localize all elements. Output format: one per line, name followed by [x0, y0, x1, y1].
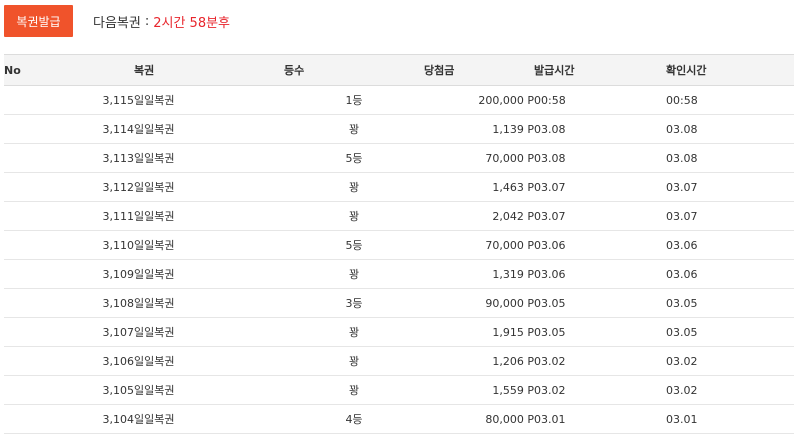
table-row: 3,105 일일복권 꽝 1,559 P 03.02 03.02	[4, 375, 794, 405]
cell-issued: 03.08	[534, 143, 666, 173]
cell-prize: 1,319 P	[424, 259, 534, 289]
cell-checked: 03.02	[666, 346, 794, 376]
cell-name: 일일복권	[134, 259, 284, 289]
cell-name: 일일복권	[134, 404, 284, 434]
cell-name: 일일복권	[134, 172, 284, 202]
cell-grade: 꽝	[284, 375, 424, 405]
cell-prize: 70,000 P	[424, 230, 534, 260]
cell-no: 3,108	[4, 288, 134, 318]
next-lottery-label: 다음복권	[93, 15, 141, 31]
cell-prize: 200,000 P	[424, 85, 534, 115]
cell-grade: 1등	[284, 85, 424, 115]
cell-checked: 03.08	[666, 143, 794, 173]
cell-issued: 03.07	[534, 201, 666, 231]
table-row: 3,111 일일복권 꽝 2,042 P 03.07 03.07	[4, 201, 794, 231]
cell-checked: 03.06	[666, 259, 794, 289]
cell-issued: 00:58	[534, 85, 666, 115]
table-row: 3,104 일일복권 4등 80,000 P 03.01 03.01	[4, 404, 794, 434]
cell-issued: 03.07	[534, 172, 666, 202]
cell-issued: 03.06	[534, 230, 666, 260]
cell-prize: 80,000 P	[424, 404, 534, 434]
cell-name: 일일복권	[134, 114, 284, 144]
next-lottery-separator: :	[144, 13, 150, 29]
cell-prize: 1,463 P	[424, 172, 534, 202]
table-header-row: No 복권 등수 당첨금 발급시간 확인시간	[4, 54, 794, 86]
table-row: 3,109 일일복권 꽝 1,319 P 03.06 03.06	[4, 259, 794, 289]
cell-checked: 03.08	[666, 114, 794, 144]
cell-no: 3,112	[4, 172, 134, 202]
cell-checked: 03.02	[666, 375, 794, 405]
cell-name: 일일복권	[134, 85, 284, 115]
lottery-history-table: No 복권 등수 당첨금 발급시간 확인시간 3,115 일일복권 1등 200,00…	[4, 54, 794, 434]
column-header-checked: 확인시간	[666, 54, 794, 86]
table-row: 3,110 일일복권 5등 70,000 P 03.06 03.06	[4, 230, 794, 260]
cell-grade: 꽝	[284, 172, 424, 202]
cell-issued: 03.02	[534, 375, 666, 405]
cell-grade: 꽝	[284, 201, 424, 231]
cell-grade: 5등	[284, 230, 424, 260]
issue-lottery-button[interactable]: 복권발급	[4, 5, 73, 37]
cell-name: 일일복권	[134, 230, 284, 260]
table-row: 3,113 일일복권 5등 70,000 P 03.08 03.08	[4, 143, 794, 173]
lottery-toolbar: 복권발급 다음복권 : 2시간 58분후	[4, 5, 230, 37]
cell-no: 3,105	[4, 375, 134, 405]
cell-grade: 3등	[284, 288, 424, 318]
column-header-name: 복권	[134, 54, 284, 86]
cell-checked: 03.05	[666, 317, 794, 347]
cell-prize: 1,206 P	[424, 346, 534, 376]
cell-grade: 꽝	[284, 317, 424, 347]
table-row: 3,114 일일복권 꽝 1,139 P 03.08 03.08	[4, 114, 794, 144]
table-row: 3,112 일일복권 꽝 1,463 P 03.07 03.07	[4, 172, 794, 202]
cell-issued: 03.05	[534, 317, 666, 347]
table-body: 3,115 일일복권 1등 200,000 P 00:58 00:58 3,114 일일복권 꽝…	[4, 85, 794, 434]
table-row: 3,106 일일복권 꽝 1,206 P 03.02 03.02	[4, 346, 794, 376]
cell-name: 일일복권	[134, 288, 284, 318]
cell-grade: 꽝	[284, 114, 424, 144]
cell-prize: 70,000 P	[424, 143, 534, 173]
cell-no: 3,111	[4, 201, 134, 231]
cell-name: 일일복권	[134, 317, 284, 347]
cell-grade: 꽝	[284, 346, 424, 376]
cell-no: 3,106	[4, 346, 134, 376]
cell-grade: 4등	[284, 404, 424, 434]
cell-name: 일일복권	[134, 201, 284, 231]
cell-no: 3,107	[4, 317, 134, 347]
table-header: No 복권 등수 당첨금 발급시간 확인시간	[4, 54, 794, 86]
cell-prize: 1,915 P	[424, 317, 534, 347]
cell-prize: 1,559 P	[424, 375, 534, 405]
column-header-no: No	[4, 54, 134, 86]
table-row: 3,107 일일복권 꽝 1,915 P 03.05 03.05	[4, 317, 794, 347]
cell-checked: 03.07	[666, 172, 794, 202]
cell-no: 3,114	[4, 114, 134, 144]
cell-prize: 90,000 P	[424, 288, 534, 318]
cell-no: 3,109	[4, 259, 134, 289]
column-header-grade: 등수	[284, 54, 424, 86]
cell-issued: 03.01	[534, 404, 666, 434]
table-row: 3,115 일일복권 1등 200,000 P 00:58 00:58	[4, 85, 794, 115]
cell-prize: 1,139 P	[424, 114, 534, 144]
cell-name: 일일복권	[134, 375, 284, 405]
cell-name: 일일복권	[134, 143, 284, 173]
cell-checked: 00:58	[666, 85, 794, 115]
column-header-issued: 발급시간	[534, 54, 666, 86]
column-header-prize: 당첨금	[424, 54, 534, 86]
cell-checked: 03.01	[666, 404, 794, 434]
cell-issued: 03.06	[534, 259, 666, 289]
next-lottery-countdown: 2시간 58분후	[153, 15, 231, 31]
cell-issued: 03.02	[534, 346, 666, 376]
cell-no: 3,113	[4, 143, 134, 173]
cell-checked: 03.05	[666, 288, 794, 318]
cell-no: 3,104	[4, 404, 134, 434]
table-row: 3,108 일일복권 3등 90,000 P 03.05 03.05	[4, 288, 794, 318]
cell-no: 3,110	[4, 230, 134, 260]
cell-issued: 03.05	[534, 288, 666, 318]
cell-checked: 03.07	[666, 201, 794, 231]
cell-name: 일일복권	[134, 346, 284, 376]
cell-issued: 03.08	[534, 114, 666, 144]
cell-no: 3,115	[4, 85, 134, 115]
cell-checked: 03.06	[666, 230, 794, 260]
cell-grade: 꽝	[284, 259, 424, 289]
cell-prize: 2,042 P	[424, 201, 534, 231]
cell-grade: 5등	[284, 143, 424, 173]
